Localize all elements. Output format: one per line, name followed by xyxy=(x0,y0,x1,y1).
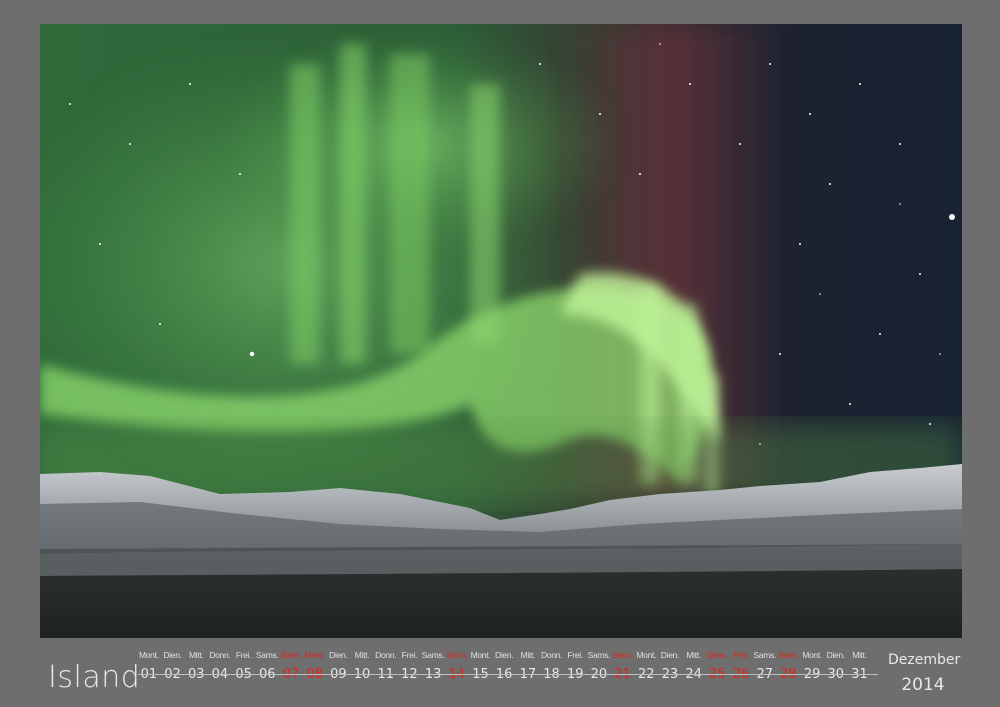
calendar-footer: Island Mont. 01 Dien. 02 Mitt. 03 Donn. 04 Frei.… xyxy=(0,640,1000,707)
weekday-label: Dien. xyxy=(329,650,348,660)
calendar-day: Donn. 18 xyxy=(540,648,564,686)
weekday-label: Mitt. xyxy=(354,650,370,660)
weekday-label: Donn. xyxy=(209,650,231,660)
weekday-label: Sonn. xyxy=(612,650,633,660)
calendar-title: Island xyxy=(48,660,141,695)
calendar-day: Mitt. 03 xyxy=(184,648,208,686)
calendar-day: Donn. 04 xyxy=(208,648,232,686)
weekday-label: Frei. xyxy=(235,650,252,660)
calendar-day: Dien. 02 xyxy=(161,648,185,686)
calendar-day: Mont. 29 xyxy=(800,648,824,686)
calendar-day: Sonn. 28 xyxy=(777,648,801,686)
weekday-label: Donn. xyxy=(540,650,563,660)
calendar-day: Frei. 26 xyxy=(729,648,753,686)
calendar-day: Mont. 15 xyxy=(469,648,493,686)
weekday-label: Sams. xyxy=(421,650,445,660)
weekday-label: Sonn. xyxy=(280,650,302,660)
calendar-day: Mont. 08 xyxy=(303,648,327,686)
weekday-label: Mont. xyxy=(636,650,657,660)
calendar-day: Mitt. 31 xyxy=(848,648,872,686)
calendar-day: Mont. 01 xyxy=(137,648,161,686)
weekday-label: Mont. xyxy=(470,650,491,660)
calendar-day: Dien. 30 xyxy=(824,648,848,686)
calendar-day: Dien. 09 xyxy=(327,648,351,686)
weekday-label: Donn. xyxy=(375,650,397,660)
calendar-month: Dezember xyxy=(888,652,961,668)
calendar-day: Dien. 16 xyxy=(492,648,516,686)
weekday-label: Mont. xyxy=(304,650,325,660)
calendar-day: Mitt. 24 xyxy=(682,648,706,686)
calendar-day: Donn. 11 xyxy=(374,648,398,686)
calendar-day: Sonn. 07 xyxy=(279,648,303,686)
weekday-label: Mont. xyxy=(802,650,822,660)
calendar-day: Sonn. 14 xyxy=(445,648,469,686)
weekday-label: Mitt. xyxy=(686,650,701,660)
calendar-day: Mitt. 10 xyxy=(350,648,374,686)
weekday-label: Dien. xyxy=(826,650,846,660)
calendar-day: Frei. 12 xyxy=(398,648,422,686)
weekday-label: Mitt. xyxy=(520,650,536,660)
calendar-day: Sams. 20 xyxy=(587,648,611,686)
aurora-landscape-image xyxy=(40,24,962,638)
weekday-label: Frei. xyxy=(567,650,583,660)
weekday-label: Dien. xyxy=(494,650,514,660)
weekday-label: Mitt. xyxy=(852,650,867,660)
calendar-year: 2014 xyxy=(901,675,945,695)
weekday-label: Sonn. xyxy=(446,650,468,660)
calendar-day: Sams. 06 xyxy=(255,648,279,686)
weekday-label: Frei. xyxy=(401,650,418,660)
weekday-label: Sams. xyxy=(587,650,611,660)
calendar-day: Sonn. 21 xyxy=(611,648,635,686)
calendar-day: Dien. 23 xyxy=(658,648,682,686)
calendar-day: Mont. 22 xyxy=(634,648,658,686)
calendar-day: Frei. 19 xyxy=(563,648,587,686)
calendar-divider xyxy=(138,674,878,675)
weekday-label: Frei. xyxy=(733,650,749,660)
calendar-day: Frei. 05 xyxy=(232,648,256,686)
calendar-day: Donn. 25 xyxy=(706,648,730,686)
weekday-label: Mitt. xyxy=(188,650,204,660)
weekday-label: Sams. xyxy=(255,650,279,660)
weekday-label: Donn. xyxy=(706,650,728,660)
weekday-label: Mont. xyxy=(138,650,159,660)
calendar-day: Mitt. 17 xyxy=(516,648,540,686)
weekday-label: Dien. xyxy=(660,650,680,660)
weekday-label: Sams. xyxy=(753,650,777,660)
weekday-label: Dien. xyxy=(163,650,182,660)
aurora-photo xyxy=(40,24,962,638)
calendar-day: Sams. 27 xyxy=(753,648,777,686)
calendar-day: Sams. 13 xyxy=(421,648,445,686)
weekday-label: Sonn. xyxy=(778,650,799,660)
calendar-days: Mont. 01 Dien. 02 Mitt. 03 Donn. 04 Frei. 05 Sams.… xyxy=(137,648,871,686)
